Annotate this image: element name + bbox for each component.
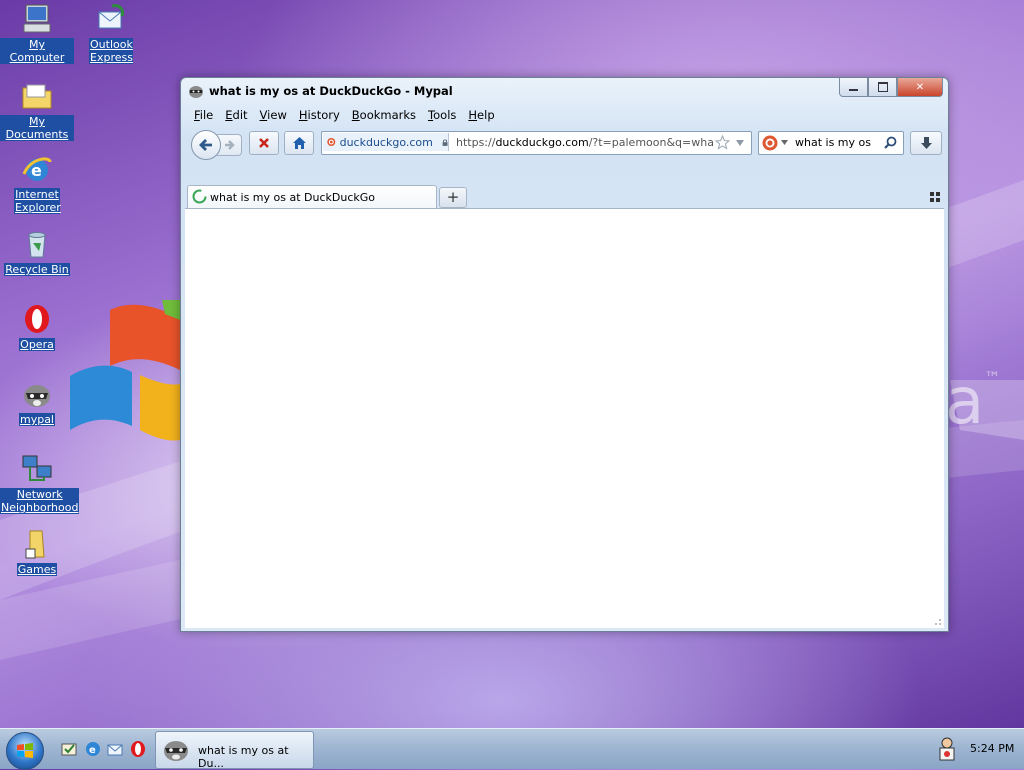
- new-tab-button[interactable]: +: [439, 187, 467, 208]
- forward-arrow-icon: [225, 140, 235, 150]
- title-bar[interactable]: what is my os at DuckDuckGo - Mypal ✕: [181, 78, 948, 104]
- mypal-app-icon: [189, 86, 203, 98]
- home-icon: [292, 137, 306, 149]
- stop-button[interactable]: [249, 131, 279, 155]
- tab-strip: what is my os at DuckDuckGo +: [185, 184, 944, 210]
- maximize-icon: [877, 82, 888, 92]
- home-button[interactable]: [284, 131, 314, 155]
- taskbar-button-mypal[interactable]: what is my os at Du...: [155, 731, 314, 770]
- menu-edit[interactable]: Edit: [220, 106, 254, 124]
- navigation-toolbar: duckduckgo.com https://duckduckgo.com/?t…: [189, 128, 942, 160]
- clock[interactable]: 5:24 PM: [970, 742, 1014, 755]
- menu-history[interactable]: History: [294, 106, 347, 124]
- duckduckgo-favicon-icon: [327, 138, 336, 146]
- url-dropdown-icon[interactable]: [735, 139, 745, 147]
- back-button[interactable]: [191, 130, 221, 160]
- close-button[interactable]: ✕: [897, 78, 943, 97]
- start-button[interactable]: [6, 732, 44, 770]
- url-bar[interactable]: duckduckgo.com https://duckduckgo.com/?t…: [321, 131, 752, 155]
- maximize-button[interactable]: [868, 78, 897, 97]
- minimize-icon: [849, 89, 858, 91]
- outlook-express-icon: [94, 2, 128, 36]
- menu-bar: File Edit View History Bookmarks Tools H…: [189, 106, 502, 124]
- desktop-icon-my-computer[interactable]: My Computer: [0, 2, 74, 64]
- minimize-button[interactable]: [839, 78, 868, 97]
- internet-explorer-icon: e: [20, 152, 54, 186]
- quicklaunch-outlook-express-icon[interactable]: [106, 740, 124, 758]
- resize-grip-icon[interactable]: [932, 616, 942, 626]
- downloads-button[interactable]: [910, 131, 942, 155]
- games-folder-icon: [20, 527, 54, 561]
- stop-x-icon: [259, 138, 269, 148]
- opera-icon: [20, 302, 54, 336]
- browser-window: what is my os at DuckDuckGo - Mypal ✕ Fi…: [180, 77, 949, 632]
- svg-text:e: e: [89, 745, 96, 756]
- close-icon: ✕: [915, 81, 925, 93]
- taskbar: e what is my os at Du... 5:24 PM: [0, 728, 1024, 770]
- search-bar[interactable]: what is my os: [758, 131, 904, 155]
- menu-help[interactable]: Help: [463, 106, 501, 124]
- windows-logo-wallpaper: [70, 300, 180, 441]
- menu-view[interactable]: View: [255, 106, 294, 124]
- tab-duckduckgo[interactable]: what is my os at DuckDuckGo: [187, 185, 437, 208]
- windows-logo-icon: [17, 743, 33, 758]
- desktop-icon-outlook-express[interactable]: Outlook Express: [74, 2, 148, 64]
- quicklaunch-internet-explorer-icon[interactable]: e: [84, 740, 102, 758]
- search-engine-dropdown-icon[interactable]: [781, 140, 788, 145]
- download-arrow-icon: [920, 137, 932, 149]
- desktop-icon-network-neighborhood[interactable]: Network Neighborhood: [0, 452, 80, 514]
- menu-tools[interactable]: Tools: [423, 106, 463, 124]
- network-icon: [20, 452, 54, 486]
- show-desktop-icon[interactable]: [60, 740, 78, 758]
- desktop-icon-recycle-bin[interactable]: Recycle Bin: [0, 227, 74, 276]
- menu-file[interactable]: File: [189, 106, 220, 124]
- duckduckgo-search-engine-icon[interactable]: [762, 135, 778, 151]
- desktop-icon-opera[interactable]: Opera: [0, 302, 74, 351]
- lock-icon: [442, 138, 448, 146]
- wallpaper-brand-mark: a™: [945, 365, 1001, 439]
- desktop-icon-internet-explorer[interactable]: e Internet Explorer: [0, 152, 74, 214]
- recycle-bin-icon: [20, 227, 54, 261]
- bookmark-star-icon[interactable]: [715, 135, 730, 150]
- quicklaunch-opera-icon[interactable]: [129, 740, 147, 758]
- url-text: https://duckduckgo.com/?t=palemoon&q=wha…: [456, 136, 714, 149]
- tab-list-icon[interactable]: [930, 192, 940, 202]
- desktop-icon-mypal[interactable]: mypal: [0, 377, 74, 426]
- back-arrow-icon: [199, 139, 212, 151]
- menu-bookmarks[interactable]: Bookmarks: [347, 106, 423, 124]
- search-input[interactable]: what is my os: [795, 136, 871, 149]
- loading-throbber-icon: [192, 189, 207, 204]
- desktop-icon-my-documents[interactable]: My Documents: [0, 79, 74, 141]
- mypal-raccoon-icon: [20, 377, 54, 411]
- mypal-raccoon-icon: [164, 741, 188, 761]
- folder-icon: [20, 79, 54, 113]
- search-magnifier-icon[interactable]: [884, 136, 897, 149]
- page-content-area[interactable]: [185, 208, 944, 628]
- site-identity-box[interactable]: duckduckgo.com: [323, 133, 449, 151]
- tray-user-icon[interactable]: [935, 737, 959, 763]
- window-title: what is my os at DuckDuckGo - Mypal: [209, 84, 453, 98]
- plus-icon: +: [446, 188, 460, 206]
- desktop-icon-games[interactable]: Games: [0, 527, 74, 576]
- computer-icon: [20, 2, 54, 36]
